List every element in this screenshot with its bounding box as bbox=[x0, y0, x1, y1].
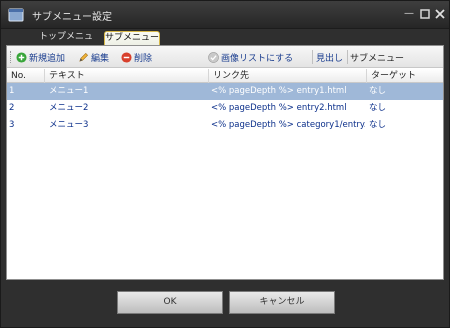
column-header-text[interactable]: テキスト bbox=[45, 69, 209, 83]
submenu-button[interactable]: サブメニュー bbox=[350, 50, 404, 65]
tab-top-menu[interactable]: トップメニュー bbox=[35, 31, 97, 55]
ok-button[interactable]: OK bbox=[117, 291, 223, 314]
row-target: なし bbox=[369, 103, 387, 113]
image-list-button[interactable]: 画像リストにする bbox=[208, 50, 293, 65]
plus-circle-icon bbox=[16, 52, 27, 63]
row-target: なし bbox=[369, 120, 387, 130]
close-icon[interactable] bbox=[433, 7, 447, 21]
table-header: No. テキスト リンク先 ターゲット bbox=[7, 69, 443, 83]
row-no: 2 bbox=[9, 103, 15, 113]
table-row[interactable]: 3 メニュー3 <% pageDepth %> category1/entry.… bbox=[7, 117, 443, 134]
table-row[interactable]: 1 メニュー1 <% pageDepth %> entry1.html なし bbox=[7, 83, 443, 100]
row-text: メニュー3 bbox=[49, 120, 89, 130]
toolbar: 新規追加 編集 削除 画像リストにする 見出し サブメニュー bbox=[7, 46, 443, 68]
minimize-icon[interactable]: — bbox=[402, 7, 416, 21]
row-no: 1 bbox=[9, 86, 15, 96]
submenu-label: サブメニュー bbox=[350, 54, 405, 64]
image-list-label: 画像リストにする bbox=[221, 54, 294, 64]
minus-circle-icon bbox=[121, 52, 132, 63]
row-text: メニュー1 bbox=[49, 86, 89, 96]
dialog-window: サブメニュー設定 — トップメニュー サブメニュー 新規追加 bbox=[0, 0, 450, 328]
column-header-target[interactable]: ターゲット bbox=[367, 69, 443, 83]
submenu-panel: 新規追加 編集 削除 画像リストにする 見出し サブメニュー No. テキスト … bbox=[6, 45, 444, 280]
window-title: サブメニュー設定 bbox=[32, 12, 112, 23]
row-link: <% pageDepth %> entry2.html bbox=[211, 103, 347, 113]
edit-button[interactable]: 編集 bbox=[78, 50, 109, 65]
row-no: 3 bbox=[9, 120, 15, 130]
row-link: <% pageDepth %> entry1.html bbox=[211, 86, 347, 96]
menu-table: No. テキスト リンク先 ターゲット 1 メニュー1 <% pageDepth… bbox=[7, 69, 443, 134]
heading-label: 見出し bbox=[316, 54, 344, 64]
check-circle-icon bbox=[208, 52, 219, 63]
column-header-link[interactable]: リンク先 bbox=[209, 69, 367, 83]
delete-button[interactable]: 削除 bbox=[121, 50, 152, 65]
row-target: なし bbox=[369, 86, 387, 96]
row-link: <% pageDepth %> category1/entry... bbox=[211, 120, 365, 130]
cancel-button[interactable]: キャンセル bbox=[229, 291, 335, 314]
toolbar-divider bbox=[347, 50, 348, 64]
maximize-icon[interactable] bbox=[418, 7, 432, 21]
tab-submenu[interactable]: サブメニュー bbox=[104, 31, 160, 45]
heading-button[interactable]: 見出し bbox=[316, 50, 343, 65]
delete-label: 削除 bbox=[134, 54, 153, 64]
pencil-icon bbox=[79, 52, 89, 62]
app-window-icon bbox=[8, 8, 24, 22]
title-bar[interactable]: サブメニュー設定 — bbox=[1, 1, 449, 29]
add-button[interactable]: 新規追加 bbox=[16, 50, 65, 65]
edit-label: 編集 bbox=[91, 54, 110, 64]
toolbar-grip[interactable] bbox=[10, 51, 12, 63]
toolbar-divider bbox=[312, 50, 313, 64]
add-label: 新規追加 bbox=[29, 54, 66, 64]
table-row[interactable]: 2 メニュー2 <% pageDepth %> entry2.html なし bbox=[7, 100, 443, 117]
column-header-no[interactable]: No. bbox=[7, 69, 45, 83]
row-text: メニュー2 bbox=[49, 103, 89, 113]
